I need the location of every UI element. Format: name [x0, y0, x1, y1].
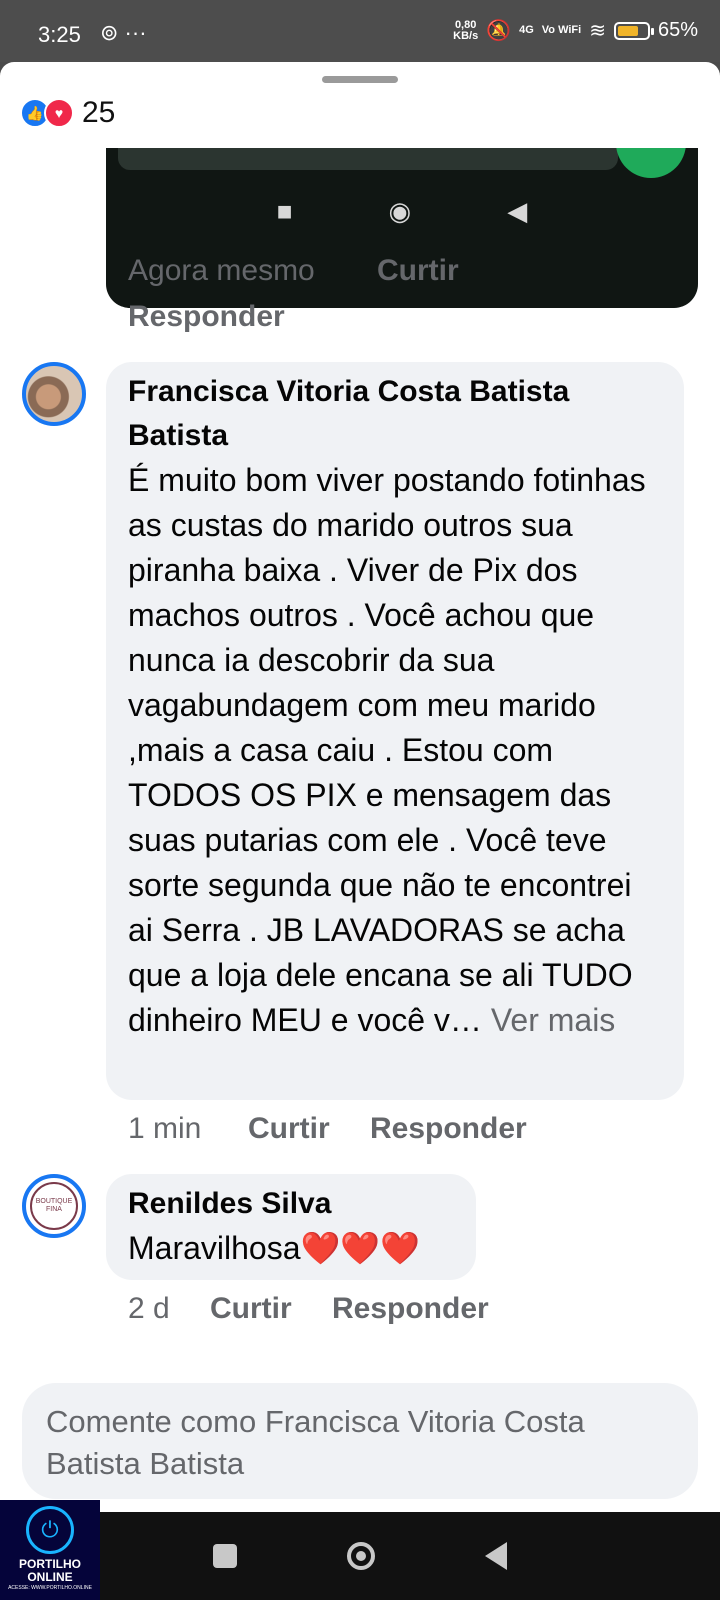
comment-text: Maravilhosa❤️❤️❤️	[128, 1230, 421, 1266]
net-speed: 0,80 KB/s	[453, 18, 479, 42]
reply-label: Responder	[370, 1112, 527, 1145]
comment-body: É muito bom viver postando fotinhas as c…	[128, 462, 646, 1038]
watermark-url: ACESSE: WWW.PORTILHO.ONLINE	[8, 1585, 92, 1591]
sheet-drag-handle[interactable]	[322, 76, 398, 83]
image-square-icon: ■	[276, 196, 293, 226]
image-back-icon: ◀	[507, 196, 528, 226]
comment-author[interactable]: Francisca Vitoria Costa Batista Batista	[128, 370, 662, 458]
status-bar: 3:25 ⊚ ··· 0,80 KB/s 🔕 4G Vo WiFi ≋ 65%	[0, 0, 720, 62]
comment-bubble: Francisca Vitoria Costa Batista Batista …	[106, 362, 684, 1100]
reply-link[interactable]: Responder	[128, 300, 285, 334]
avatar[interactable]	[22, 362, 86, 426]
like-label: Curtir	[248, 1112, 330, 1145]
wifi-icon: ≋	[589, 20, 606, 42]
net-speed-unit: KB/s	[453, 29, 479, 42]
status-right-group: 0,80 KB/s 🔕 4G Vo WiFi ≋ 65%	[453, 18, 698, 43]
comments-sheet: 👍 ♥ 25 ■ ◉ ◀ Agora mesmo Curtir Responde…	[0, 62, 720, 1512]
reply-label: Responder	[332, 1292, 489, 1325]
recents-icon[interactable]	[213, 1544, 237, 1568]
image-home-icon: ◉	[388, 196, 412, 226]
watermark-logo: ⏻ PORTILHO ONLINE ACESSE: WWW.PORTILHO.O…	[0, 1500, 100, 1600]
comment-author[interactable]: Renildes Silva	[128, 1182, 454, 1226]
power-icon: ⏻	[26, 1506, 74, 1554]
like-link[interactable]: Curtir	[210, 1292, 292, 1326]
status-time: 3:25	[38, 22, 81, 47]
like-label: Curtir	[377, 254, 459, 287]
mute-bell-icon: 🔕	[486, 20, 512, 42]
battery-icon	[613, 21, 654, 40]
reply-link[interactable]: Responder	[370, 1112, 527, 1146]
reply-label: Responder	[128, 300, 285, 333]
comment-meta-time: Agora mesmo	[128, 254, 315, 287]
net-speed-value: 0,80	[454, 18, 477, 31]
image-send-button	[616, 148, 686, 178]
reply-link[interactable]: Responder	[332, 1292, 489, 1326]
battery-percent: 65%	[657, 19, 698, 41]
like-label: Curtir	[210, 1292, 292, 1325]
watermark-name: PORTILHO ONLINE	[19, 1557, 81, 1584]
see-more-link[interactable]: Ver mais	[491, 1002, 615, 1038]
reactions-count: 25	[82, 96, 116, 129]
status-notification-icons: ⊚ ···	[100, 20, 147, 45]
like-link[interactable]: Curtir	[248, 1112, 330, 1146]
comment-text: É muito bom viver postando fotinhas as c…	[128, 458, 662, 1043]
reactions-summary[interactable]: 👍 ♥ 25	[20, 96, 115, 130]
love-reaction-icon: ♥	[44, 98, 74, 128]
vowifi-icon: Vo WiFi	[541, 24, 582, 36]
signal-icon: 4G	[519, 24, 534, 36]
like-link[interactable]: Curtir	[377, 254, 459, 288]
image-input-bar	[118, 148, 618, 170]
boutique-logo: BOUTIQUE FINA	[30, 1182, 78, 1230]
back-icon[interactable]	[485, 1542, 507, 1570]
comment-input[interactable]: Comente como Francisca Vitoria Costa Bat…	[22, 1383, 698, 1499]
comment-time: 1 min	[128, 1112, 202, 1145]
image-nav-icons: ■ ◉ ◀	[106, 196, 698, 227]
system-nav-bar	[0, 1512, 720, 1600]
avatar[interactable]: BOUTIQUE FINA	[22, 1174, 86, 1238]
comment-time: 2 d	[128, 1292, 170, 1325]
home-icon[interactable]	[347, 1542, 375, 1570]
comment-bubble: Renildes Silva Maravilhosa❤️❤️❤️	[106, 1174, 476, 1280]
